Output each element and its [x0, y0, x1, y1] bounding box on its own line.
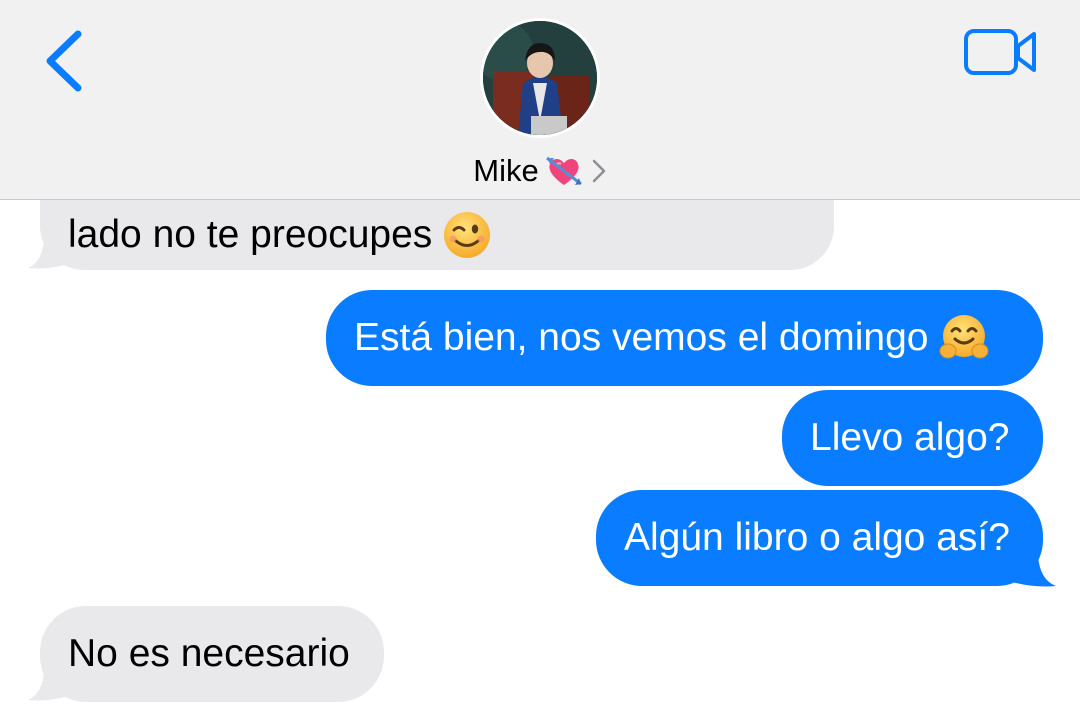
conversation-header: Mike [0, 0, 1080, 200]
imessage-conversation-screen: lado no te preocupes Está bien, nos vemo… [0, 0, 1080, 718]
video-camera-icon[interactable] [962, 26, 1040, 78]
message-text: Algún libro o algo así? [624, 516, 1010, 559]
bubble-tail [28, 672, 68, 701]
avatar[interactable] [480, 18, 600, 138]
contact-name-button[interactable]: Mike [0, 146, 1080, 196]
message-bubble-sent[interactable]: Llevo algo? [782, 390, 1043, 486]
chevron-right-icon [592, 159, 605, 183]
bubble-tail [28, 240, 68, 269]
message-text: No es necesario [68, 632, 350, 675]
contact-name: Mike [473, 153, 539, 188]
message-text: lado no te preocupes [68, 213, 433, 256]
message-text: Está bien, nos vemos el domingo [354, 316, 929, 359]
avatar-photo [483, 21, 597, 135]
heart-with-arrow-icon [545, 156, 582, 186]
message-bubble-sent[interactable]: Algún libro o algo así? [596, 490, 1043, 586]
winking-face-icon [444, 212, 491, 258]
bubble-tail [1012, 556, 1056, 587]
hugging-face-icon [939, 315, 988, 359]
chevron-left-icon[interactable] [40, 28, 88, 94]
message-bubble-received[interactable]: No es necesario [40, 606, 384, 702]
message-bubble-sent[interactable]: Está bien, nos vemos el domingo [326, 290, 1043, 386]
message-text: Llevo algo? [810, 416, 1010, 459]
